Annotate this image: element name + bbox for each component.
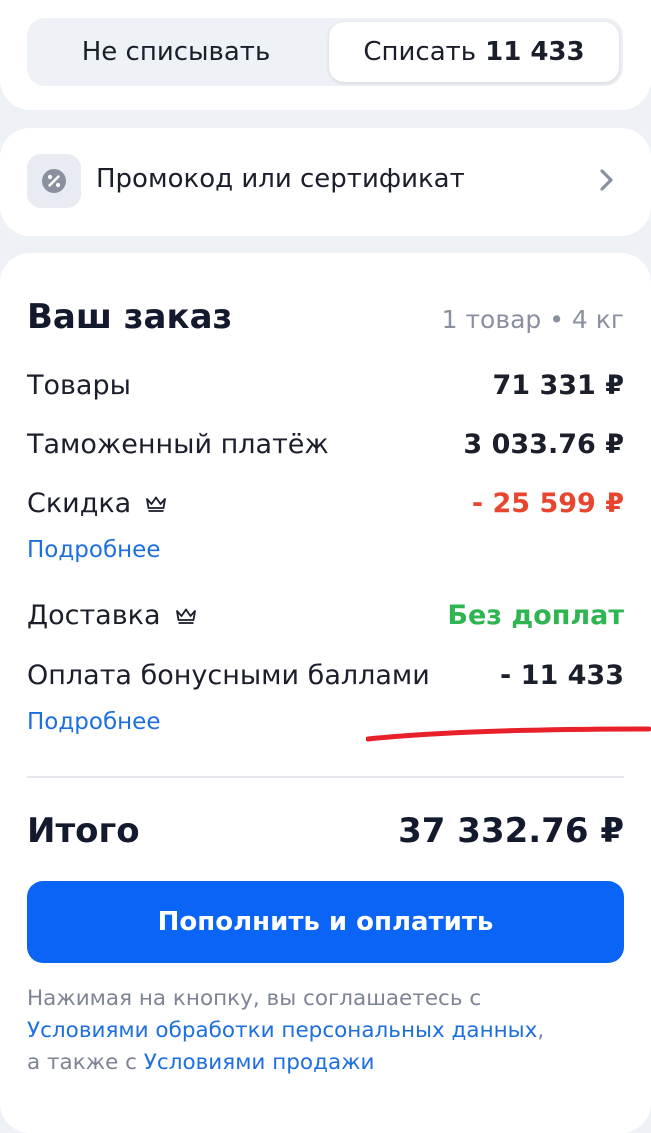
goods-row: Товары 71 331 ₽ [27,370,624,401]
legal-comma: , [537,1018,545,1043]
promo-code-label: Промокод или сертификат [96,164,465,194]
goods-value: 71 331 ₽ [492,370,624,401]
percent-badge-icon [27,154,81,208]
chevron-right-icon [599,167,615,197]
crown-icon [175,607,197,625]
bonus-payment-value: - 11 433 [500,660,624,691]
discount-value: - 25 599 ₽ [471,488,624,519]
discount-row: Скидка - 25 599 ₽ [27,488,624,519]
customs-value: 3 033.76 ₽ [463,429,624,460]
delivery-row: Доставка Без доплат [27,600,624,631]
bonus-payment-row: Оплата бонусными баллами - 11 433 [27,660,624,691]
use-bonus-label: Списать [363,37,477,67]
use-bonus-option[interactable]: Списать 11 433 [329,22,619,82]
do-not-use-bonus-label: Не списывать [81,37,271,67]
bonus-details-link[interactable]: Подробнее [27,709,624,735]
top-up-and-pay-label: Пополнить и оплатить [157,907,494,937]
top-up-and-pay-button[interactable]: Пополнить и оплатить [27,881,624,963]
use-bonus-amount: 11 433 [485,37,585,67]
promo-code-row[interactable]: Промокод или сертификат [0,128,651,236]
sale-terms-link[interactable]: Условиями продажи [144,1050,375,1075]
legal-prefix: Нажимая на кнопку, вы соглашаетесь с [27,986,482,1011]
bonus-toggle-card: Не списывать Списать 11 433 [0,0,651,110]
bonus-segmented-control: Не списывать Списать 11 433 [27,18,623,86]
delivery-value: Без доплат [447,600,624,631]
total-label: Итого [27,811,140,851]
delivery-label: Доставка [27,600,161,631]
crown-icon [145,495,167,513]
discount-details-link[interactable]: Подробнее [27,537,624,563]
total-value: 37 332.76 ₽ [398,811,624,851]
divider [27,776,624,778]
order-meta: 1 товар • 4 кг [441,305,624,334]
order-title: Ваш заказ [27,297,233,337]
legal-middle: а также с [27,1050,137,1075]
order-summary-card: Ваш заказ 1 товар • 4 кг Товары 71 331 ₽… [0,253,651,1133]
customs-row: Таможенный платёж 3 033.76 ₽ [27,429,624,460]
do-not-use-bonus-option[interactable]: Не списывать [31,22,321,82]
discount-label: Скидка [27,488,132,519]
legal-notice: Нажимая на кнопку, вы соглашаетесь с Усл… [27,983,627,1079]
personal-data-terms-link[interactable]: Условиями обработки персональных данных [27,1018,537,1043]
